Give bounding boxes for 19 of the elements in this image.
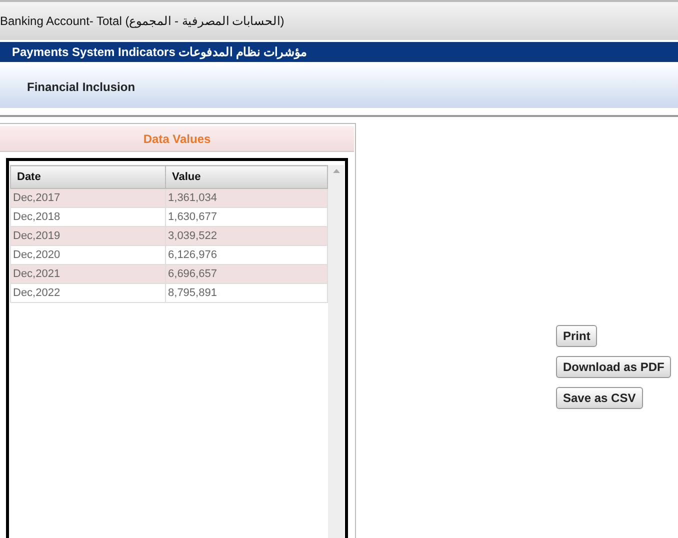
scrollbar[interactable] — [328, 165, 344, 538]
page-title: Banking Account- Total (الحسابات المصرفية - المجموع) — [0, 14, 284, 28]
table-cell: Dec,2019 — [10, 226, 166, 246]
table-cell: 6,696,657 — [166, 264, 328, 284]
column-header: Date — [10, 166, 166, 188]
table-cell: Dec,2021 — [10, 264, 166, 284]
table-cell: 1,361,034 — [166, 188, 328, 208]
table-cell: Dec,2022 — [10, 284, 166, 302]
scroll-up-icon[interactable] — [332, 169, 340, 173]
column-header: Value — [166, 166, 328, 188]
subsection-title: Financial Inclusion — [27, 80, 136, 94]
section-title: Payments System Indicators مؤشرات نظام المدفوعات — [12, 45, 306, 59]
action-button[interactable]: Save as CSV — [556, 387, 643, 409]
action-button[interactable]: Download as PDF — [556, 356, 672, 378]
table-cell: 3,039,522 — [166, 226, 328, 246]
panel-title: Data Values — [143, 132, 211, 146]
table-cell: 8,795,891 — [166, 284, 328, 302]
action-button[interactable]: Print — [556, 325, 598, 347]
table-cell: Dec,2017 — [10, 188, 166, 208]
